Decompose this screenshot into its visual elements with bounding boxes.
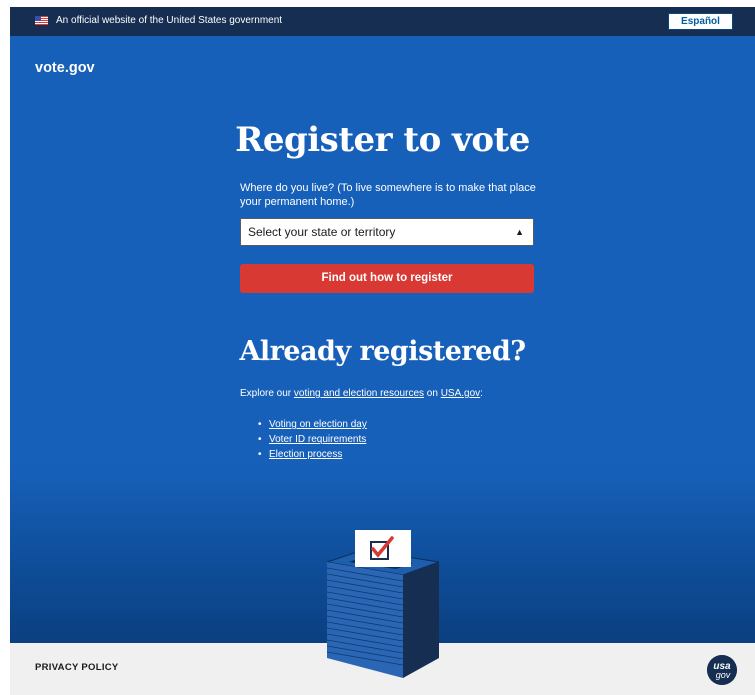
page: An official website of the United States… [10,7,755,695]
explore-suffix: : [480,388,483,399]
election-process-link[interactable]: Election process [269,449,342,460]
state-select-value: Select your state or territory [248,225,396,239]
voter-id-requirements-link[interactable]: Voter ID requirements [269,434,366,445]
residence-question: Where do you live? (To live somewhere is… [240,182,536,208]
register-heading: Register to vote [235,120,530,160]
usa-gov-logo[interactable]: usa gov [707,655,737,685]
voting-resources-link[interactable]: voting and election resources [294,388,424,399]
official-website-text: An official website of the United States… [56,15,283,26]
find-out-how-to-register-button[interactable]: Find out how to register [240,264,534,293]
list-item: Voter ID requirements [258,432,367,447]
explore-mid: on [424,388,441,399]
usa-gov-link[interactable]: USA.gov [441,388,480,399]
already-registered-heading: Already registered? [239,336,526,367]
privacy-policy-link[interactable]: PRIVACY POLICY [35,662,119,673]
us-flag-icon [35,16,48,25]
explore-prefix: Explore our [240,388,294,399]
list-item: Voting on election day [258,417,367,432]
usa-gov-logo-bottom: gov [716,670,731,680]
up-down-arrows-icon: ▲ [515,227,524,237]
resource-links-list: Voting on election day Voter ID requirem… [258,417,367,462]
espanol-button[interactable]: Español [668,13,733,30]
state-select[interactable]: Select your state or territory ▲ [240,218,534,246]
list-item: Election process [258,447,367,462]
gov-banner: An official website of the United States… [10,7,755,36]
ballot-box-icon [327,530,439,678]
explore-text: Explore our voting and election resource… [240,388,483,399]
voting-on-election-day-link[interactable]: Voting on election day [269,419,367,430]
site-logo[interactable]: vote.gov [35,60,95,76]
